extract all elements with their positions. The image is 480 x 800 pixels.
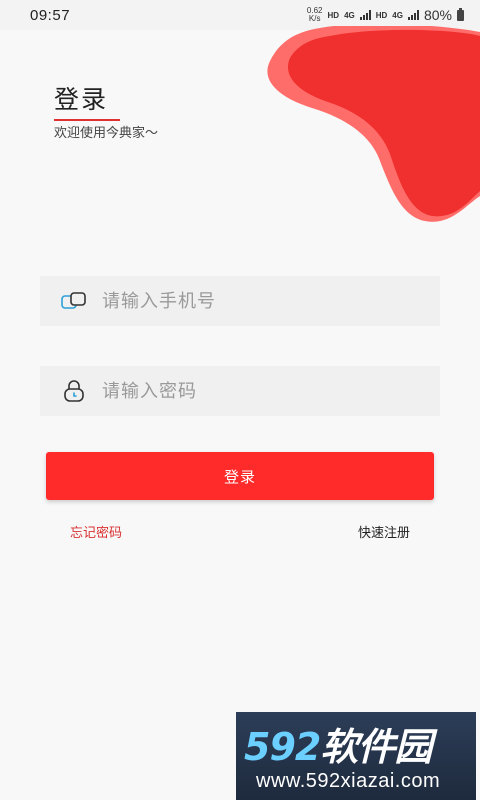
password-input[interactable]: [102, 380, 422, 402]
watermark: 592软件园 www.592xiazai.com: [236, 712, 476, 800]
network-speed-unit: K/s: [308, 14, 321, 23]
watermark-logo-text: 软件园: [320, 725, 432, 769]
lock-icon: [60, 379, 88, 403]
watermark-url: www.592xiazai.com: [256, 770, 441, 792]
network-type-badge: 4G: [344, 10, 355, 20]
battery-icon: [457, 7, 464, 21]
network-type-badge-2: 4G: [392, 10, 403, 20]
quick-register-link[interactable]: 快速注册: [358, 522, 410, 541]
title-block: 登录: [54, 80, 120, 121]
forgot-password-link[interactable]: 忘记密码: [70, 522, 122, 541]
welcome-text: 欢迎使用今典家～: [54, 126, 159, 141]
login-button[interactable]: 登录: [46, 452, 434, 500]
hd-badge-2: HD: [375, 10, 388, 20]
title-underline: [54, 119, 120, 121]
hd-badge: HD: [327, 10, 340, 20]
phone-input[interactable]: [102, 290, 422, 312]
signal-icon: [359, 10, 371, 20]
status-icons: 0.62 K/s HD 4G HD 4G 80%: [307, 7, 464, 23]
phone-icon: [60, 289, 88, 313]
page-title: 登录: [54, 85, 109, 114]
status-time: 09:57: [30, 6, 71, 24]
password-field[interactable]: [40, 366, 440, 416]
network-speed: 0.62 K/s: [307, 7, 323, 23]
watermark-logo-digits: 592: [244, 725, 321, 769]
signal-icon-2: [407, 10, 419, 20]
battery-percentage: 80%: [423, 7, 452, 23]
watermark-logo: 592软件园: [244, 716, 432, 771]
decorative-blob: [267, 26, 480, 222]
phone-field[interactable]: [40, 276, 440, 326]
